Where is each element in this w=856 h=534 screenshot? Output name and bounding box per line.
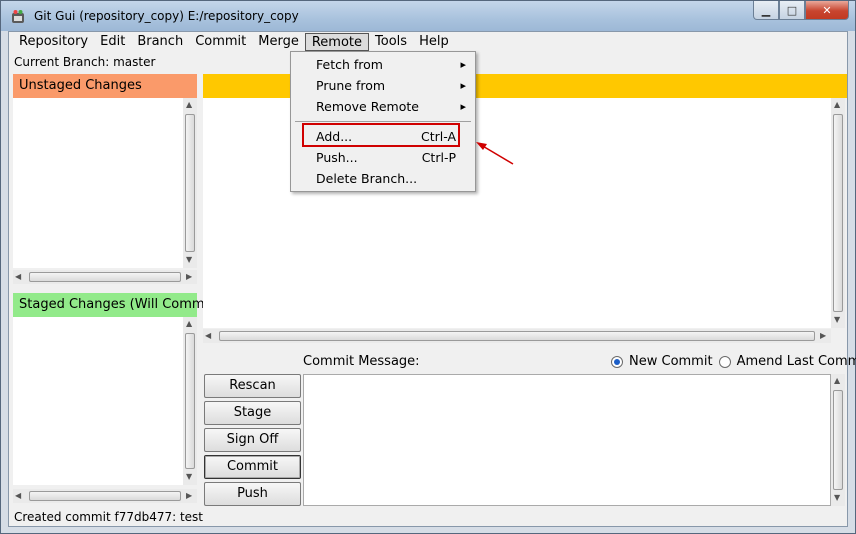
menu-branch[interactable]: Branch xyxy=(131,33,189,51)
scroll-thumb[interactable] xyxy=(185,114,195,252)
scroll-thumb[interactable] xyxy=(833,114,843,312)
arrow-down-icon[interactable]: ▼ xyxy=(834,315,840,325)
commit-message-label: Commit Message: xyxy=(303,354,420,369)
message-vscroll[interactable]: ▲ ▼ xyxy=(831,374,845,506)
arrow-left-icon[interactable]: ◀ xyxy=(15,272,21,282)
annotation-arrow-icon xyxy=(476,142,514,165)
arrow-right-icon[interactable]: ▶ xyxy=(186,272,192,282)
menu-remove-remote[interactable]: Remove Remote xyxy=(292,96,474,117)
menu-remove-remote-label: Remove Remote xyxy=(316,99,419,114)
menu-delete-branch-label: Delete Branch... xyxy=(316,171,418,186)
diff-hscroll[interactable]: ◀ ▶ xyxy=(203,329,831,343)
status-bar: Created commit f77db477: test xyxy=(14,510,204,524)
git-gui-icon xyxy=(12,10,24,23)
staged-changes-header: Staged Changes (Will Commit) xyxy=(13,293,218,317)
menu-commit[interactable]: Commit xyxy=(189,33,252,51)
rescan-button[interactable]: Rescan xyxy=(204,374,301,398)
menu-remote[interactable]: Remote xyxy=(304,33,370,51)
menu-help[interactable]: Help xyxy=(413,33,455,51)
scroll-thumb[interactable] xyxy=(833,390,843,490)
arrow-down-icon[interactable]: ▼ xyxy=(186,255,192,265)
unstaged-changes-header: Unstaged Changes xyxy=(13,74,197,98)
staged-hscroll[interactable]: ◀ ▶ xyxy=(13,489,197,503)
git-gui-window: Git Gui (repository_copy) E:/repository_… xyxy=(0,0,856,534)
arrow-down-icon[interactable]: ▼ xyxy=(834,493,840,503)
push-button[interactable]: Push xyxy=(204,482,301,506)
arrow-right-icon[interactable]: ▶ xyxy=(186,491,192,501)
staged-vscroll[interactable]: ▲ ▼ xyxy=(183,317,197,485)
menu-bar: Repository Edit Branch Commit Merge Remo… xyxy=(9,32,847,52)
scroll-thumb[interactable] xyxy=(29,272,181,282)
minimize-button[interactable]: ▁ xyxy=(753,1,779,20)
arrow-right-icon[interactable]: ▶ xyxy=(820,331,826,341)
menu-merge[interactable]: Merge xyxy=(252,33,305,51)
new-commit-label[interactable]: New Commit xyxy=(629,354,713,369)
unstaged-vscroll[interactable]: ▲ ▼ xyxy=(183,98,197,268)
arrow-up-icon[interactable]: ▲ xyxy=(834,100,840,110)
remote-menu-dropdown: Fetch from Prune from Remove Remote Add.… xyxy=(290,51,476,192)
stage-changed-button[interactable]: Stage Changed xyxy=(204,401,301,442)
menu-prune-from-label: Prune from xyxy=(316,78,386,93)
new-commit-radio[interactable] xyxy=(611,355,623,368)
window-controls: ▁ □ ✕ xyxy=(753,1,849,21)
menu-push[interactable]: Push... Ctrl-P xyxy=(292,147,474,168)
sign-off-button[interactable]: Sign Off xyxy=(204,428,301,452)
scroll-thumb[interactable] xyxy=(29,491,181,501)
current-branch-label: Current Branch: master xyxy=(14,55,156,69)
unstaged-hscroll[interactable]: ◀ ▶ xyxy=(13,270,197,284)
annotation-highlight-box xyxy=(302,123,460,147)
amend-commit-radio[interactable] xyxy=(718,355,731,368)
amend-commit-label[interactable]: Amend Last Commit xyxy=(737,354,856,369)
arrow-left-icon[interactable]: ◀ xyxy=(15,491,21,501)
arrow-up-icon[interactable]: ▲ xyxy=(834,376,840,386)
scroll-thumb[interactable] xyxy=(219,331,815,341)
title-bar[interactable]: Git Gui (repository_copy) E:/repository_… xyxy=(1,1,855,31)
arrow-up-icon[interactable]: ▲ xyxy=(186,100,192,110)
menu-push-label: Push... xyxy=(316,150,358,165)
maximize-button[interactable]: □ xyxy=(779,1,805,20)
arrow-left-icon[interactable]: ◀ xyxy=(205,331,211,341)
commit-mode-group: New Commit Amend Last Commit xyxy=(611,354,856,369)
arrow-up-icon[interactable]: ▲ xyxy=(186,319,192,329)
commit-button[interactable]: Commit xyxy=(204,455,301,479)
menu-separator xyxy=(295,121,471,122)
scroll-thumb[interactable] xyxy=(185,333,195,469)
menu-edit[interactable]: Edit xyxy=(94,33,131,51)
unstaged-changes-list[interactable] xyxy=(13,98,183,268)
menu-fetch-from-label: Fetch from xyxy=(316,57,383,72)
menu-fetch-from[interactable]: Fetch from xyxy=(292,54,474,75)
menu-delete-branch[interactable]: Delete Branch... xyxy=(292,168,474,189)
menu-push-shortcut: Ctrl-P xyxy=(421,150,456,165)
window-title: Git Gui (repository_copy) E:/repository_… xyxy=(34,9,299,23)
commit-message-input[interactable] xyxy=(303,374,831,506)
menu-prune-from[interactable]: Prune from xyxy=(292,75,474,96)
close-button[interactable]: ✕ xyxy=(805,1,849,20)
menu-repository[interactable]: Repository xyxy=(13,33,94,51)
staged-changes-list[interactable] xyxy=(13,317,183,485)
diff-vscroll[interactable]: ▲ ▼ xyxy=(831,98,845,328)
arrow-down-icon[interactable]: ▼ xyxy=(186,472,192,482)
menu-tools[interactable]: Tools xyxy=(369,33,413,51)
